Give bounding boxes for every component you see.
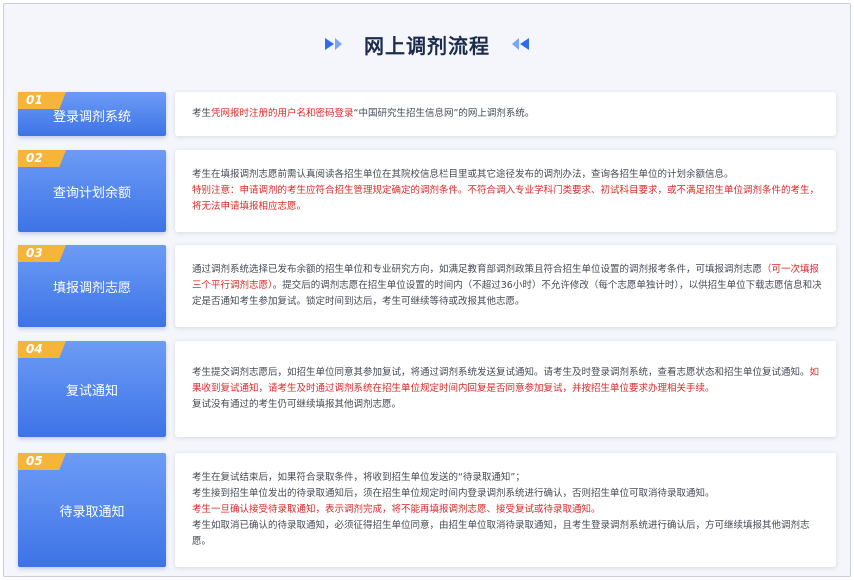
- step-number: 05: [18, 453, 66, 470]
- step-title: 待录取通知: [59, 505, 125, 520]
- step-badge: 03 填报调剂志愿: [18, 245, 166, 327]
- step-badge: 04 复试通知: [18, 341, 166, 437]
- step-description-line: 复试没有通过的考生仍可继续填报其他调剂志愿。: [192, 397, 822, 413]
- description-text: 考生在复试结束后，如果符合录取条件，将收到招生单位发送的“待录取通知”；: [192, 472, 525, 483]
- step-card: 考生在复试结束后，如果符合录取条件，将收到招生单位发送的“待录取通知”； 考生接到…: [175, 453, 836, 567]
- description-text: 考生在填报调剂志愿前需认真阅读各招生单位在其院校信息栏目里或其它途径发布的调剂办…: [192, 169, 734, 180]
- step-badge: 01 登录调剂系统: [18, 92, 166, 136]
- step-card: 考生在填报调剂志愿前需认真阅读各招生单位在其院校信息栏目里或其它途径发布的调剂办…: [175, 150, 836, 232]
- description-text: 复试没有通过的考生仍可继续填报其他调剂志愿。: [192, 399, 402, 410]
- left-arrows-icon: [512, 38, 529, 50]
- page-frame: 网上调剂流程 01 登录调剂系统 考生凭网报时注册的用户名和密码登录“中国研究生…: [3, 3, 851, 577]
- step-1: 01 登录调剂系统 考生凭网报时注册的用户名和密码登录“中国研究生招生信息网”的…: [18, 92, 836, 136]
- description-text: 考生提交调剂志愿后，如招生单位同意其参加复试，将通过调剂系统发送复试通知。请考生…: [192, 367, 810, 378]
- step-description-line: 特别注意：申请调剂的考生应符合招生管理规定确定的调剂条件。不符合调入专业学科门类…: [192, 183, 822, 215]
- step-2: 02 查询计划余额 考生在填报调剂志愿前需认真阅读各招生单位在其院校信息栏目里或…: [18, 150, 836, 232]
- description-text: 考生接到招生单位发出的待录取通知后，须在招生单位规定时间内登录调剂系统进行确认，…: [192, 488, 715, 499]
- description-text: 通过调剂系统选择已发布余额的招生单位和专业研究方向，如满足教育部调剂政策且符合招…: [192, 264, 763, 275]
- step-number: 03: [18, 245, 66, 262]
- step-description-line: 考生在复试结束后，如果符合录取条件，将收到招生单位发送的“待录取通知”；: [192, 470, 822, 486]
- page-header: 网上调剂流程: [4, 4, 850, 84]
- step-4: 04 复试通知 考生提交调剂志愿后，如招生单位同意其参加复试，将通过调剂系统发送…: [18, 341, 836, 437]
- step-description-line: 考生接到招生单位发出的待录取通知后，须在招生单位规定时间内登录调剂系统进行确认，…: [192, 486, 822, 502]
- description-text: 考生如取消已确认的待录取通知，必须征得招生单位同意，由招生单位取消待录取通知，且…: [192, 520, 810, 547]
- step-description-line: 考生在填报调剂志愿前需认真阅读各招生单位在其院校信息栏目里或其它途径发布的调剂办…: [192, 167, 822, 183]
- step-description-line: 考生一旦确认接受待录取通知，表示调剂完成，将不能再填报调剂志愿、接受复试或待录取…: [192, 502, 822, 518]
- step-card: 考生提交调剂志愿后，如招生单位同意其参加复试，将通过调剂系统发送复试通知。请考生…: [175, 341, 836, 437]
- highlighted-text: 考生一旦确认接受待录取通知，表示调剂完成，将不能再填报调剂志愿、接受复试或待录取…: [192, 504, 601, 515]
- right-arrows-icon: [325, 38, 342, 50]
- description-text: “中国研究生招生信息网”的网上调剂系统。: [353, 108, 535, 119]
- step-title: 复试通知: [65, 384, 118, 399]
- step-description-line: 通过调剂系统选择已发布余额的招生单位和专业研究方向，如满足教育部调剂政策且符合招…: [192, 262, 822, 310]
- step-badge: 05 待录取通知: [18, 453, 166, 567]
- step-title: 登录调剂系统: [52, 110, 131, 125]
- step-description-line: 考生如取消已确认的待录取通知，必须征得招生单位同意，由招生单位取消待录取通知，且…: [192, 518, 822, 550]
- step-5: 05 待录取通知 考生在复试结束后，如果符合录取条件，将收到招生单位发送的“待录…: [18, 453, 836, 567]
- step-title: 查询计划余额: [52, 186, 131, 201]
- step-title: 填报调剂志愿: [52, 281, 131, 296]
- step-card: 考生凭网报时注册的用户名和密码登录“中国研究生招生信息网”的网上调剂系统。: [175, 92, 836, 136]
- step-description-line: 考生凭网报时注册的用户名和密码登录“中国研究生招生信息网”的网上调剂系统。: [192, 106, 822, 122]
- description-text: 考生: [192, 108, 212, 119]
- step-number: 04: [18, 341, 66, 358]
- step-badge: 02 查询计划余额: [18, 150, 166, 232]
- page-title: 网上调剂流程: [364, 33, 490, 58]
- description-text: 。提交后的调剂志愿在招生单位设置的时间内（不超过36小时）不允许修改（每个志愿单…: [192, 280, 822, 307]
- highlighted-text: 凭网报时注册的用户名和密码登录: [211, 108, 354, 119]
- step-3: 03 填报调剂志愿 通过调剂系统选择已发布余额的招生单位和专业研究方向，如满足教…: [18, 245, 836, 327]
- highlighted-text: 特别注意：申请调剂的考生应符合招生管理规定确定的调剂条件。不符合调入专业学科门类…: [192, 185, 820, 212]
- step-description-line: 考生提交调剂志愿后，如招生单位同意其参加复试，将通过调剂系统发送复试通知。请考生…: [192, 365, 822, 397]
- step-number: 02: [18, 150, 66, 167]
- step-card: 通过调剂系统选择已发布余额的招生单位和专业研究方向，如满足教育部调剂政策且符合招…: [175, 245, 836, 327]
